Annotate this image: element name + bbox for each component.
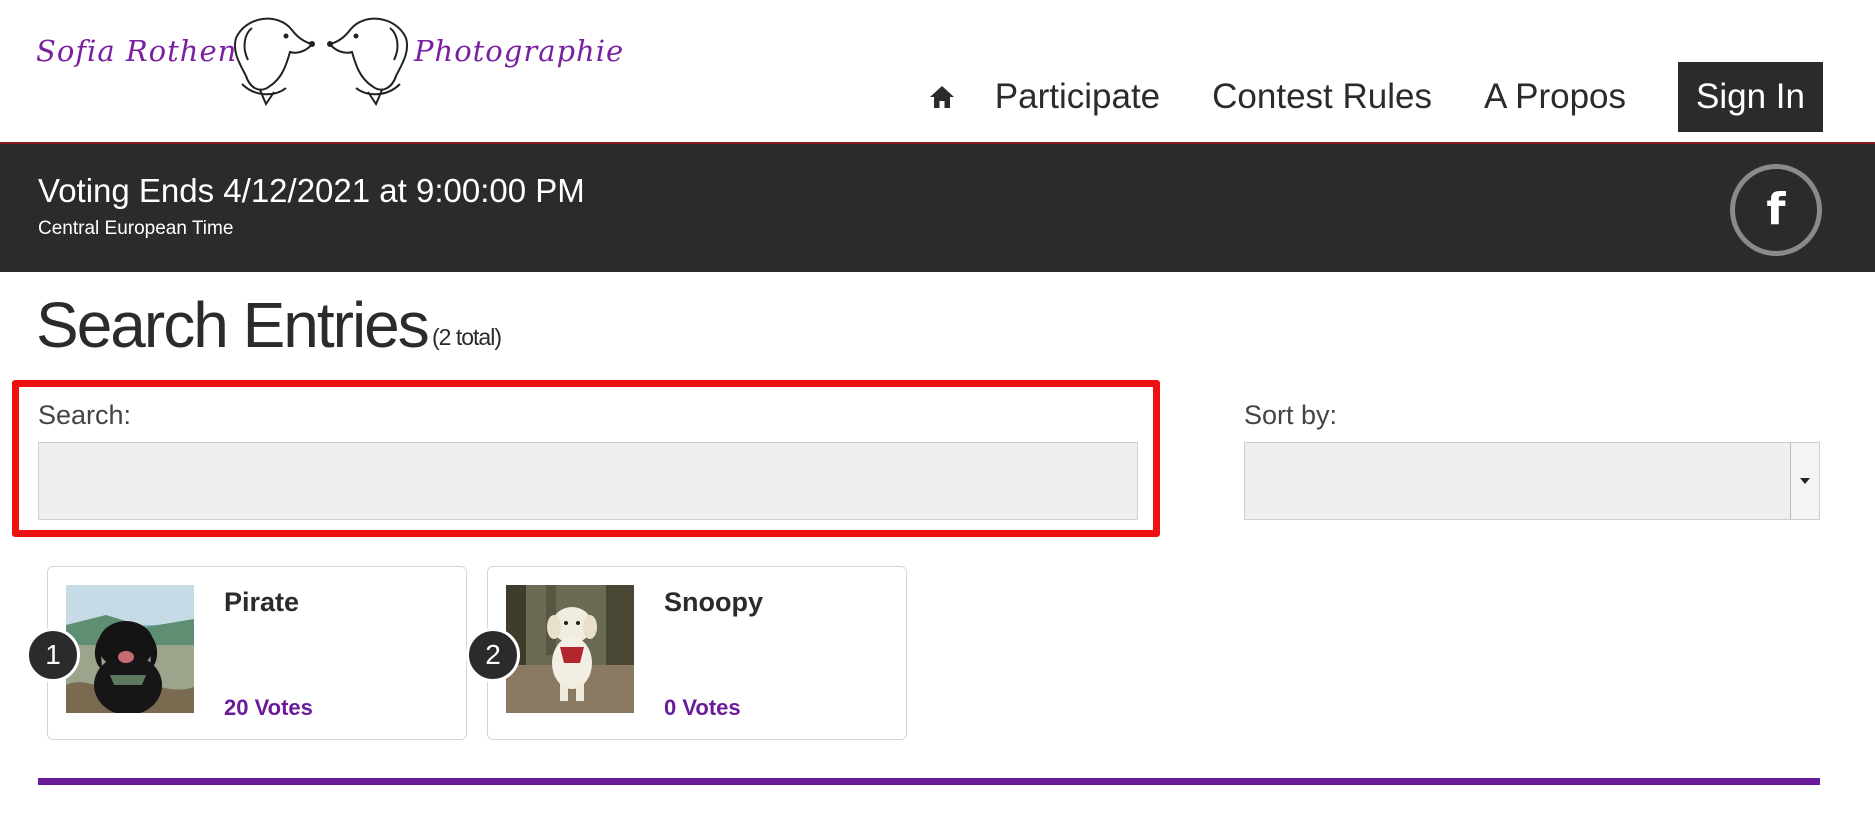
logo-left-text: Sofia Rothen (36, 34, 238, 68)
entry-votes: 0 Votes (664, 695, 741, 720)
entry-name[interactable]: Snoopy (664, 587, 763, 618)
voting-banner: Voting Ends 4/12/2021 at 9:00:00 PM Cent… (0, 144, 1875, 272)
entry-card[interactable]: Pirate 20 Votes (47, 566, 467, 740)
site-header: Sofia Rothen Photographie Participate Co (0, 0, 1875, 144)
logo-right-text: Photographie (414, 34, 625, 68)
entry-votes: 20 Votes (224, 695, 313, 720)
entries-total: (2 total) (432, 324, 502, 350)
nav-contest-rules[interactable]: Contest Rules (1212, 77, 1432, 117)
entry-card[interactable]: Snoopy 0 Votes (487, 566, 907, 740)
main-nav: Participate Contest Rules A Propos Sign … (927, 62, 1823, 132)
entry-name[interactable]: Pirate (224, 587, 299, 618)
section-divider (38, 778, 1820, 785)
facebook-icon[interactable]: f (1730, 164, 1822, 256)
timezone-label: Central European Time (38, 218, 234, 239)
dogs-logo-icon (234, 17, 408, 107)
sort-label: Sort by: (1244, 400, 1338, 430)
nav-participate[interactable]: Participate (995, 77, 1160, 117)
entry-photo[interactable] (66, 585, 194, 713)
search-label: Search: (38, 400, 132, 430)
sign-in-button[interactable]: Sign In (1678, 62, 1823, 132)
search-input[interactable] (38, 442, 1138, 520)
sort-select[interactable] (1244, 442, 1820, 520)
site-logo[interactable]: Sofia Rothen Photographie (36, 8, 623, 112)
rank-badge: 1 (26, 628, 80, 682)
nav-a-propos[interactable]: A Propos (1484, 77, 1626, 117)
voting-deadline: Voting Ends 4/12/2021 at 9:00:00 PM (38, 172, 585, 209)
page-title: Search Entries (36, 289, 430, 361)
caret-down-icon[interactable] (1790, 443, 1819, 519)
sign-in-label: Sign In (1696, 77, 1805, 116)
rank-badge: 2 (466, 628, 520, 682)
entry-photo[interactable] (506, 585, 634, 713)
home-icon[interactable] (927, 82, 957, 112)
